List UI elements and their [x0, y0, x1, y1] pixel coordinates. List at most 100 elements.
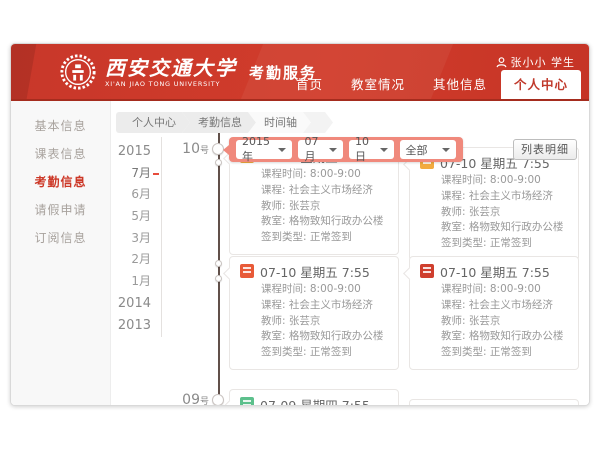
card-field: 教室: 格物致知行政办公楼: [261, 214, 388, 230]
card-field: 教室: 格物致知行政办公楼: [441, 329, 568, 345]
card-field: 课程时间: 8:00-9:00: [261, 282, 388, 298]
mini-timeline-year[interactable]: 2015: [106, 141, 151, 163]
app-header: 西安交通大学 XI'AN JIAO TONG UNIVERSITY 考勤服务 张…: [11, 44, 589, 101]
month-select-value: 07月: [304, 135, 323, 164]
mini-timeline: 2015 7月 6月 5月 3月 2月 1月 2014 2013: [106, 141, 151, 336]
day-number: 09: [182, 392, 200, 406]
day-select[interactable]: 10日: [349, 140, 394, 159]
card-field: 课程时间: 8:00-9:00: [261, 167, 388, 183]
nav-item-personal-center[interactable]: 个人中心: [501, 70, 581, 99]
timeline-node: [215, 260, 222, 267]
card-field: 签到类型: 正常签到: [441, 345, 568, 361]
sidebar-item-attendance-info[interactable]: 考勤信息: [11, 168, 110, 196]
month-select[interactable]: 07月: [298, 140, 343, 159]
type-select[interactable]: 全部: [400, 140, 456, 159]
day-suffix: 号: [200, 397, 209, 406]
breadcrumb-timeline[interactable]: 时间轴: [248, 112, 311, 133]
header-decoration: [11, 44, 38, 101]
card-fields: 课程时间: 8:00-9:00 课程: 社会主义市场经济 教师: 张芸京 教室:…: [420, 173, 568, 252]
nav-item-home[interactable]: 首页: [282, 70, 337, 99]
main-nav: 首页 教室情况 其他信息 个人中心: [282, 70, 581, 99]
card-field: 教室: 格物致知行政办公楼: [441, 220, 568, 236]
nav-item-classrooms[interactable]: 教室情况: [337, 70, 419, 99]
card-field: 教师: 张芸京: [261, 199, 388, 215]
mini-timeline-year[interactable]: 2013: [106, 315, 151, 337]
current-month-marker: [153, 173, 159, 175]
year-select-value: 2015年: [242, 135, 272, 164]
calendar-icon: [420, 264, 434, 278]
sidebar-item-basic-info[interactable]: 基本信息: [11, 112, 110, 140]
card-header: 07-10 星期五 7:55: [240, 263, 388, 279]
mini-timeline-year[interactable]: 2014: [106, 293, 151, 315]
brand: 西安交通大学 XI'AN JIAO TONG UNIVERSITY 考勤服务: [59, 53, 317, 91]
card-field: 课程: 社会主义市场经济: [261, 298, 388, 314]
user-info[interactable]: 张小小 学生: [496, 54, 576, 70]
card-date: 07-10 星期五 7:55: [260, 262, 370, 281]
mini-timeline-month-current[interactable]: 7月: [106, 163, 151, 185]
sidebar-item-schedule-info[interactable]: 课表信息: [11, 140, 110, 168]
day-marker-09: 09号: [169, 392, 209, 406]
chevron-down-icon: [380, 148, 388, 152]
card-field: 教室: 格物致知行政办公楼: [261, 329, 388, 345]
year-select[interactable]: 2015年: [236, 140, 292, 159]
card-field: 课程: 社会主义市场经济: [261, 183, 388, 199]
breadcrumb-personal-center[interactable]: 个人中心: [116, 112, 190, 133]
mini-timeline-month[interactable]: 2月: [106, 249, 151, 271]
page: 西安交通大学 XI'AN JIAO TONG UNIVERSITY 考勤服务 张…: [0, 0, 600, 450]
university-name-zh: 西安交通大学: [105, 57, 237, 79]
nav-item-other-info[interactable]: 其他信息: [419, 70, 501, 99]
date-filter-bar: 2015年 07月 10日 全部: [229, 137, 463, 162]
mini-timeline-month[interactable]: 1月: [106, 271, 151, 293]
user-role: 学生: [551, 54, 575, 70]
attendance-card: [409, 399, 579, 406]
mini-timeline-separator: [161, 137, 162, 337]
chevron-down-icon: [442, 148, 450, 152]
card-header: 07-10 星期五 7:55: [420, 263, 568, 279]
mini-timeline-month[interactable]: 5月: [106, 206, 151, 228]
card-date: 07-09 星期四 7:55: [260, 395, 370, 407]
attendance-card: 07-10 星期五 7:55 课程时间: 8:00-9:00 课程: 社会主义市…: [409, 256, 579, 370]
card-field: 教师: 张芸京: [441, 205, 568, 221]
card-fields: 课程时间: 8:00-9:00 课程: 社会主义市场经济 教师: 张芸京 教室:…: [240, 167, 388, 246]
attendance-card: 07-10 星期五 7:55 课程时间: 8:00-9:00 课程: 社会主义市…: [229, 256, 399, 370]
brand-names: 西安交通大学 XI'AN JIAO TONG UNIVERSITY: [105, 57, 237, 88]
card-field: 课程时间: 8:00-9:00: [441, 282, 568, 298]
university-name-en: XI'AN JIAO TONG UNIVERSITY: [105, 80, 237, 88]
card-field: 课程: 社会主义市场经济: [441, 189, 568, 205]
card-fields: 课程时间: 8:00-9:00 课程: 社会主义市场经济 教师: 张芸京 教室:…: [420, 282, 568, 361]
card-field: 教师: 张芸京: [441, 314, 568, 330]
card-field: 课程时间: 8:00-9:00: [441, 173, 568, 189]
list-detail-button[interactable]: 列表明细: [513, 139, 577, 160]
card-field: 签到类型: 正常签到: [261, 345, 388, 361]
sidebar: 基本信息 课表信息 考勤信息 请假申请 订阅信息: [11, 101, 111, 406]
app-body: 基本信息 课表信息 考勤信息 请假申请 订阅信息 个人中心 考勤信息 时间轴 2…: [11, 101, 589, 406]
mini-timeline-month-label: 7月: [131, 166, 151, 180]
card-field: 签到类型: 正常签到: [261, 230, 388, 246]
sidebar-item-subscription-info[interactable]: 订阅信息: [11, 224, 110, 252]
breadcrumb-attendance-info[interactable]: 考勤信息: [182, 112, 256, 133]
type-select-value: 全部: [406, 142, 428, 158]
day-number: 10: [182, 141, 200, 157]
mini-timeline-month[interactable]: 3月: [106, 228, 151, 250]
attendance-card: 07-10 星期五 7:55 课程时间: 8:00-9:00 课程: 社会主义市…: [409, 147, 579, 261]
timeline-node: [212, 394, 224, 406]
day-select-value: 10日: [355, 135, 374, 164]
chevron-down-icon: [278, 148, 286, 152]
card-field: 课程: 社会主义市场经济: [441, 298, 568, 314]
attendance-card: 07-09 星期四 7:55: [229, 389, 399, 406]
mini-timeline-month[interactable]: 6月: [106, 184, 151, 206]
calendar-icon: [240, 397, 254, 406]
day-suffix: 号: [200, 146, 209, 156]
timeline-node: [215, 159, 222, 166]
user-name: 张小小: [511, 54, 547, 70]
university-logo-icon: [59, 53, 97, 91]
card-header: 07-09 星期四 7:55: [240, 396, 388, 406]
sidebar-item-leave-request[interactable]: 请假申请: [11, 196, 110, 224]
calendar-icon: [240, 264, 254, 278]
card-fields: 课程时间: 8:00-9:00 课程: 社会主义市场经济 教师: 张芸京 教室:…: [240, 282, 388, 361]
card-field: 教师: 张芸京: [261, 314, 388, 330]
chevron-down-icon: [329, 148, 337, 152]
timeline-node: [215, 275, 222, 282]
card-date: 07-10 星期五 7:55: [440, 262, 550, 281]
breadcrumb: 个人中心 考勤信息 时间轴: [116, 112, 333, 133]
